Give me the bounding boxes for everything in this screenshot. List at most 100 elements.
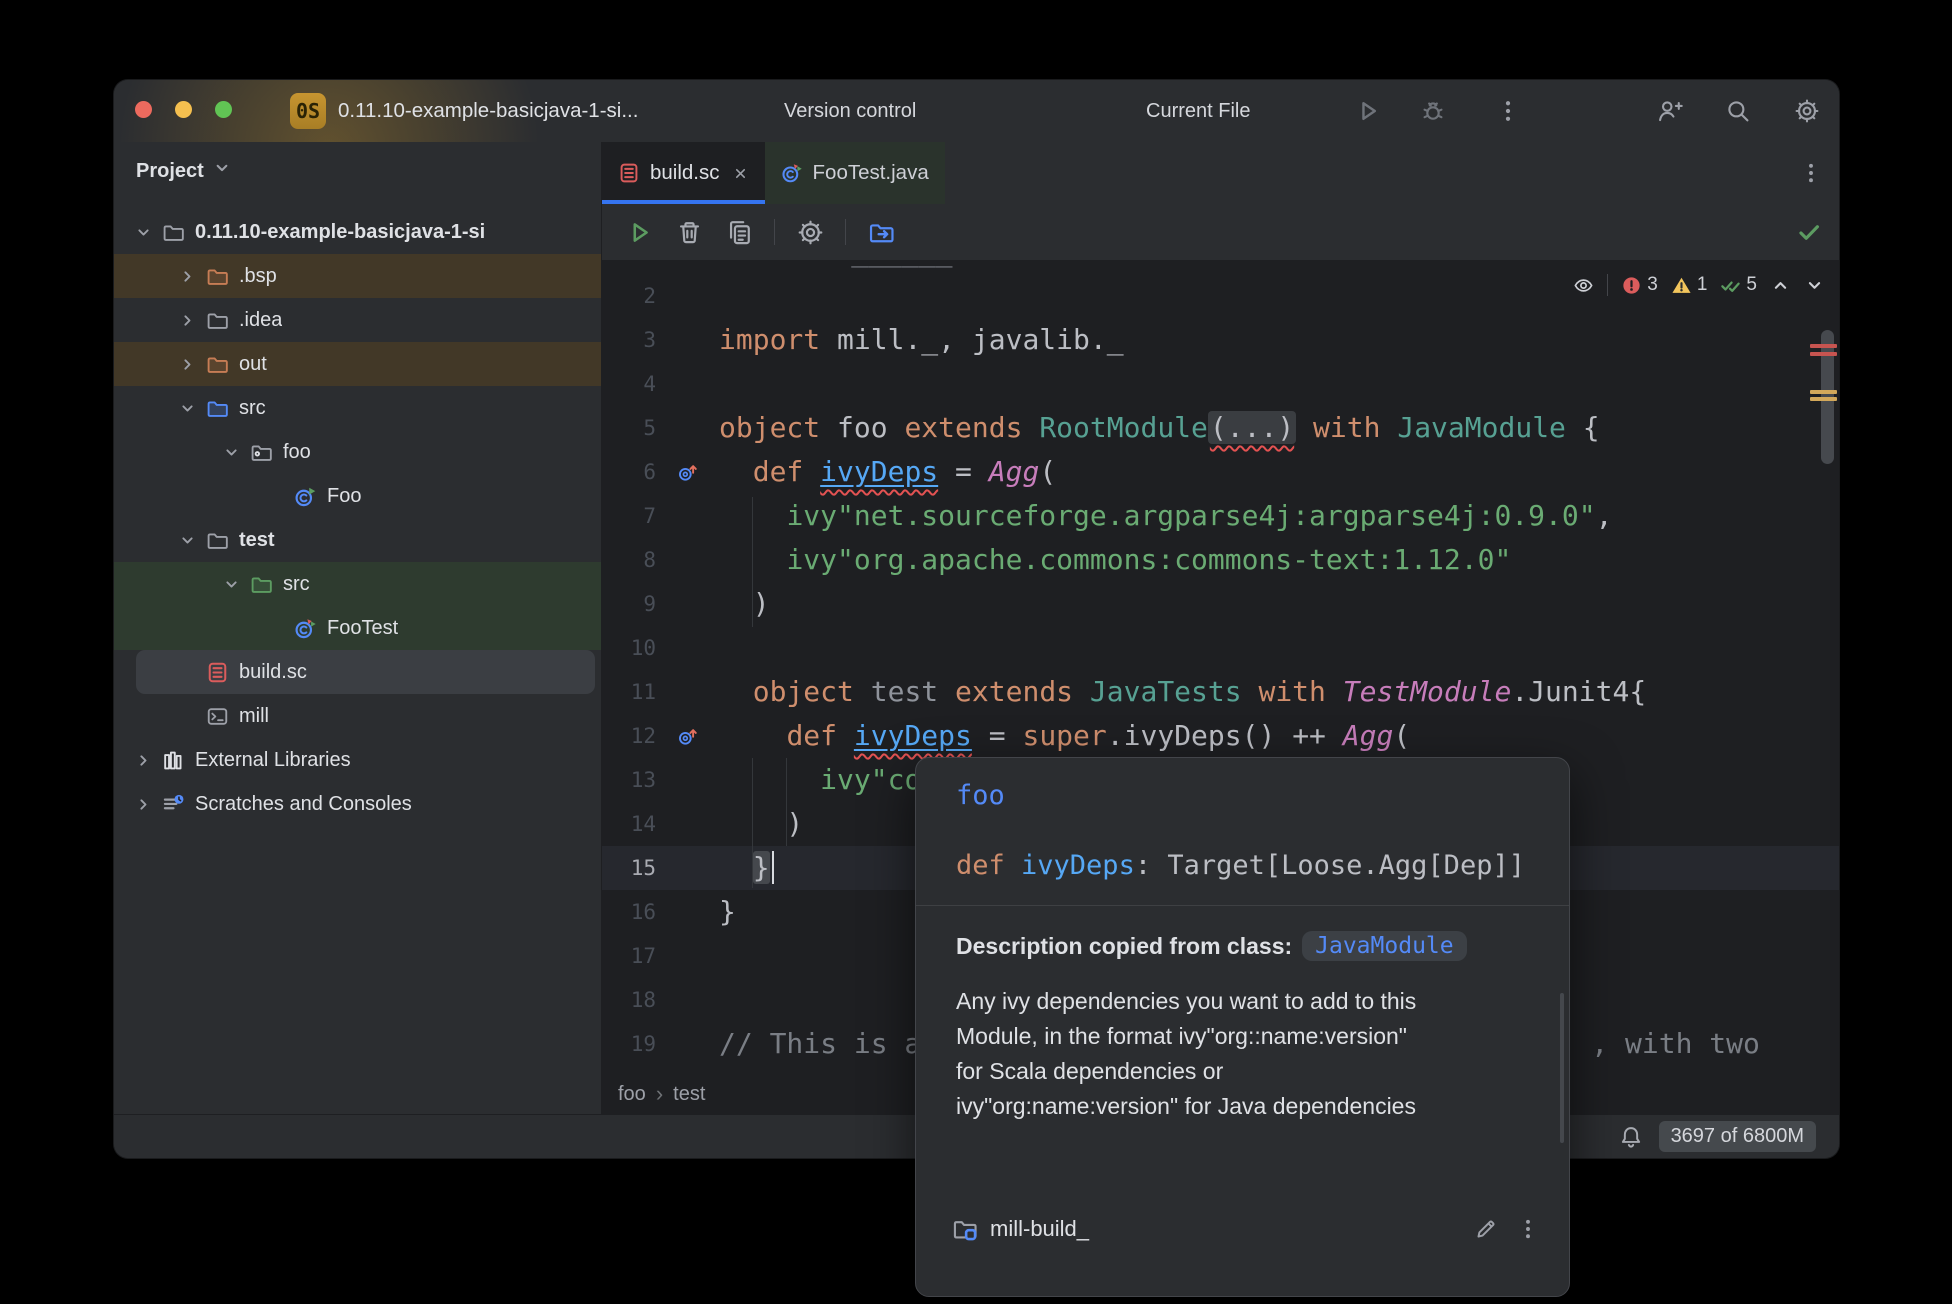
tree-item-label: External Libraries [195, 749, 351, 772]
doc-class-chip[interactable]: JavaModule [1302, 931, 1466, 961]
sidebar-item-out[interactable]: out [114, 342, 601, 386]
code-text: ivy"co [719, 758, 921, 802]
line-number[interactable]: 18 [602, 988, 656, 1012]
chevron-right-icon[interactable] [172, 267, 202, 286]
project-title-menu[interactable]: 0.11.10-example-basicjava-1-si... [338, 80, 648, 142]
more-actions-button[interactable] [1494, 97, 1522, 125]
line-number[interactable]: 7 [602, 504, 656, 528]
line-number[interactable]: 13 [602, 768, 656, 792]
breadcrumb-item-test[interactable]: test [673, 1083, 705, 1106]
delete-button[interactable] [668, 212, 710, 252]
line-number[interactable]: 9 [602, 592, 656, 616]
project-panel-header[interactable]: Project [114, 142, 601, 200]
chevron-right-icon[interactable] [172, 355, 202, 374]
sidebar-item-test[interactable]: test [114, 518, 601, 562]
tree-item-label: FooTest [327, 617, 398, 640]
code-text: object test extends JavaTests with TestM… [719, 670, 1646, 714]
minimize-window-button[interactable] [175, 101, 192, 118]
popup-scrollbar[interactable] [1560, 993, 1564, 1143]
line-number[interactable]: 10 [602, 636, 656, 660]
settings-button[interactable] [1793, 97, 1821, 125]
line-number[interactable]: 4 [602, 372, 656, 396]
run-button[interactable] [1354, 97, 1382, 125]
debug-button[interactable] [1419, 97, 1447, 125]
line-number[interactable]: 15 [602, 856, 656, 880]
memory-indicator[interactable]: 3697 of 6800M [1659, 1121, 1816, 1152]
sidebar-item-0-11-10-example-basicjava-1-si[interactable]: 0.11.10-example-basicjava-1-si [114, 210, 601, 254]
warn-badge-icon [1671, 275, 1692, 296]
search-everywhere-button[interactable] [1724, 97, 1752, 125]
close-window-button[interactable] [135, 101, 152, 118]
line-number[interactable]: 5 [602, 416, 656, 440]
chevron-right-icon[interactable] [172, 311, 202, 330]
sidebar-item-external-libraries[interactable]: External Libraries [114, 738, 601, 782]
line-number[interactable]: 11 [602, 680, 656, 704]
line-number[interactable]: 19 [602, 1032, 656, 1056]
line-number[interactable]: 12 [602, 724, 656, 748]
breadcrumb-item-foo[interactable]: foo [618, 1083, 646, 1106]
line-number[interactable]: 14 [602, 812, 656, 836]
add-user-button[interactable] [1656, 97, 1684, 125]
line-number[interactable]: 1 [602, 260, 656, 264]
zoom-window-button[interactable] [215, 101, 232, 118]
chevron-down-icon[interactable] [172, 531, 202, 550]
tab-options-button[interactable] [1797, 159, 1825, 187]
passed-count-value: 5 [1746, 274, 1757, 296]
code-line-5: 5object foo extends RootModule(...) with… [602, 406, 1839, 450]
chevron-down-icon[interactable] [216, 443, 246, 462]
passed-count[interactable]: 5 [1720, 274, 1757, 296]
run-configuration-menu[interactable]: Current File [1146, 80, 1258, 142]
line-number[interactable]: 16 [602, 900, 656, 924]
highlighting-level-eye-icon[interactable] [1573, 275, 1594, 296]
error-stripe-mark[interactable] [1810, 344, 1837, 348]
line-number[interactable]: 6 [602, 460, 656, 484]
sidebar-item-idea[interactable]: .idea [114, 298, 601, 342]
chevron-down-icon[interactable] [172, 399, 202, 418]
chevron-down-icon[interactable] [128, 223, 158, 242]
line-number[interactable]: 3 [602, 328, 656, 352]
doc-signature: def ivyDeps: Target[Loose.Agg[Dep]] [956, 850, 1525, 881]
override-gutter-icon[interactable] [656, 461, 719, 484]
previous-problem-button[interactable] [1770, 275, 1791, 296]
copy-button[interactable] [718, 212, 760, 252]
line-number[interactable]: 8 [602, 548, 656, 572]
sidebar-item-src[interactable]: src [114, 562, 601, 606]
next-problem-button[interactable] [1804, 275, 1825, 296]
sidebar-item-foo[interactable]: foo [114, 430, 601, 474]
chevron-down-icon[interactable] [216, 575, 246, 594]
popup-more-button[interactable] [1513, 1214, 1543, 1244]
load-build-changes-button[interactable] [860, 212, 902, 252]
doc-target-link[interactable]: foo [956, 780, 1005, 811]
error-stripe-mark[interactable] [1810, 352, 1837, 356]
build-settings-button[interactable] [789, 212, 831, 252]
line-number[interactable]: 2 [602, 284, 656, 308]
sidebar-item-footest[interactable]: FooTest [114, 606, 601, 650]
edit-source-button[interactable] [1471, 1214, 1501, 1244]
run-build-button[interactable] [618, 212, 660, 252]
notifications-bell-icon[interactable] [1619, 1125, 1643, 1149]
tab-build-sc[interactable]: build.sc [602, 142, 765, 204]
errors-count[interactable]: 3 [1621, 274, 1658, 296]
screenshot-stage: 0S 0.11.10-example-basicjava-1-si... Ver… [0, 0, 1952, 1304]
sidebar-item-foo[interactable]: Foo [114, 474, 601, 518]
chevron-right-icon[interactable] [128, 795, 158, 814]
run-configuration-label: Current File [1146, 100, 1250, 123]
doc-module-label: mill-build_ [990, 1216, 1089, 1242]
sidebar-item-scratches-and-consoles[interactable]: Scratches and Consoles [114, 782, 601, 826]
warning-stripe-mark[interactable] [1810, 390, 1837, 394]
sidebar-item-build-sc[interactable]: build.sc [114, 650, 601, 694]
warning-stripe-mark[interactable] [1810, 397, 1837, 401]
version-control-menu[interactable]: Version control [784, 80, 924, 142]
code-text: ''''______ [719, 260, 952, 274]
warnings-count[interactable]: 1 [1671, 274, 1708, 296]
tree-item-label: foo [283, 441, 311, 464]
tab-footest-java[interactable]: FooTest.java [765, 142, 945, 204]
line-number[interactable]: 17 [602, 944, 656, 968]
err-badge-icon [1621, 275, 1642, 296]
sidebar-item-bsp[interactable]: .bsp [114, 254, 601, 298]
chevron-right-icon[interactable] [128, 751, 158, 770]
sidebar-item-mill[interactable]: mill [114, 694, 601, 738]
override-gutter-icon[interactable] [656, 725, 719, 748]
close-icon[interactable] [732, 165, 749, 182]
sidebar-item-src[interactable]: src [114, 386, 601, 430]
